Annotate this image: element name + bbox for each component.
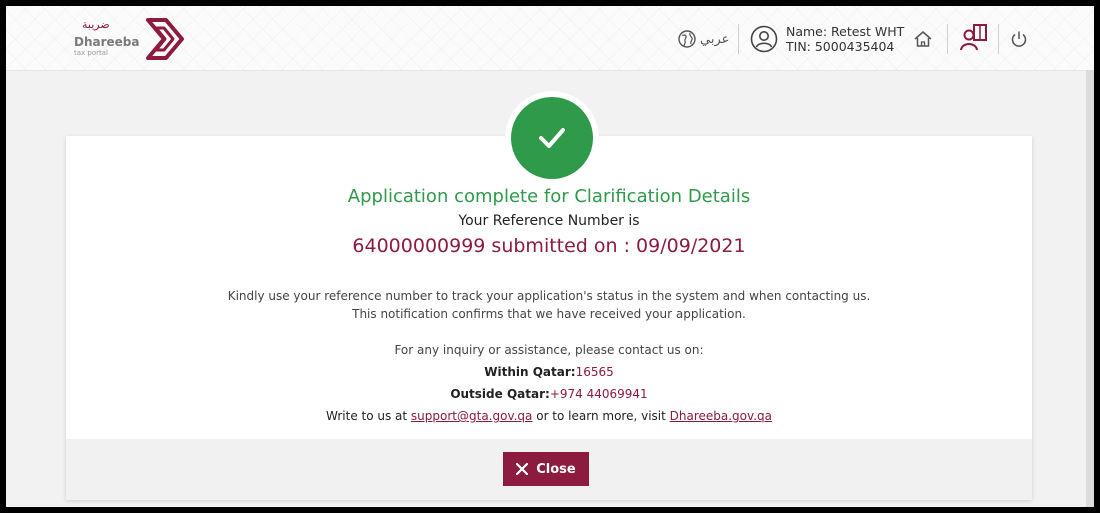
reference-number: 64000000999 submitted on : 09/09/2021 <box>352 235 746 257</box>
logo-name: Dhareeba <box>74 35 140 49</box>
logo-mark-icon <box>146 18 184 60</box>
globe-icon <box>678 30 696 48</box>
close-icon <box>516 463 529 475</box>
user-name: Name: Retest WHT <box>786 24 905 39</box>
within-qatar-number: 16565 <box>575 365 614 379</box>
user-info[interactable]: Name: Retest WHT TIN: 5000435404 <box>750 24 904 54</box>
outside-qatar-line: Outside Qatar:+974 44069941 <box>66 387 1032 401</box>
divider <box>738 24 739 54</box>
top-bar: ضريبة Dhareeba tax portal عربي Name: Ret… <box>6 6 1094 71</box>
divider <box>998 24 999 54</box>
user-avatar-icon <box>750 25 778 53</box>
inquiry-text: For any inquiry or assistance, please co… <box>394 343 704 357</box>
website-link[interactable]: Dhareeba.gov.qa <box>670 409 772 423</box>
close-button[interactable]: Close <box>503 452 589 486</box>
success-badge <box>511 97 593 179</box>
reference-label: Your Reference Number is <box>458 213 640 229</box>
home-icon <box>914 31 932 47</box>
write-mid: or to learn more, visit <box>532 409 670 423</box>
outside-qatar-number: +974 44069941 <box>549 387 648 401</box>
info-line-1: Kindly use your reference number to trac… <box>227 289 871 303</box>
within-qatar-label: Within Qatar: <box>484 365 576 379</box>
write-prefix: Write to us at <box>326 409 411 423</box>
language-switch[interactable]: عربي <box>678 30 729 48</box>
within-qatar-line: Within Qatar:16565 <box>66 365 1032 379</box>
info-line-2: This notification confirms that we have … <box>352 307 746 321</box>
user-book-icon <box>960 24 987 51</box>
app-window: ضريبة Dhareeba tax portal عربي Name: Ret… <box>6 6 1094 507</box>
support-email-link[interactable]: support@gta.gov.qa <box>411 409 532 423</box>
dhareeba-logo[interactable]: ضريبة Dhareeba tax portal <box>70 18 190 62</box>
close-label: Close <box>536 461 576 477</box>
write-to-us-line: Write to us at support@gta.gov.qa or to … <box>66 409 1032 423</box>
outside-qatar-label: Outside Qatar: <box>450 387 550 401</box>
info-paragraph: Kindly use your reference number to trac… <box>66 287 1032 323</box>
confirmation-title: Application complete for Clarification D… <box>347 186 751 207</box>
logo-arabic-text: ضريبة <box>82 18 110 31</box>
language-label: عربي <box>700 31 730 47</box>
divider <box>947 24 948 54</box>
checkmark-icon <box>539 128 565 148</box>
logout-button[interactable] <box>1010 30 1028 52</box>
home-button[interactable] <box>913 30 933 52</box>
confirmation-content: Application complete for Clarification D… <box>66 186 1032 423</box>
page-scrollbar[interactable] <box>1086 70 1094 507</box>
user-tin: TIN: 5000435404 <box>786 39 895 54</box>
logo-subtitle: tax portal <box>74 49 108 57</box>
power-icon <box>1011 31 1027 47</box>
account-switch-button[interactable] <box>959 23 989 57</box>
